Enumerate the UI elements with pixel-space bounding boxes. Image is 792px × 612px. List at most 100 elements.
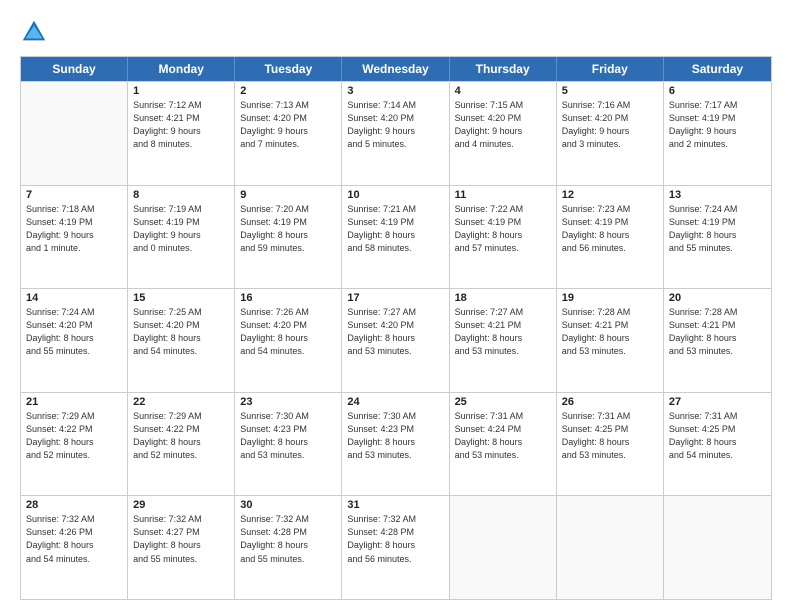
cell-info: Sunrise: 7:12 AM Sunset: 4:21 PM Dayligh… (133, 99, 229, 151)
calendar-cell: 15 Sunrise: 7:25 AM Sunset: 4:20 PM Dayli… (128, 289, 235, 392)
calendar-cell: 11Sunrise: 7:22 AM Sunset: 4:19 PM Dayli… (450, 186, 557, 289)
calendar-row-4: 28Sunrise: 7:32 AM Sunset: 4:26 PM Dayli… (21, 495, 771, 599)
calendar-cell (664, 496, 771, 599)
day-number: 21 (26, 396, 122, 408)
calendar-row-0: 1 Sunrise: 7:12 AM Sunset: 4:21 PM Daylig… (21, 81, 771, 185)
calendar-cell: 20 Sunrise: 7:28 AM Sunset: 4:21 PM Dayli… (664, 289, 771, 392)
calendar-body: 1 Sunrise: 7:12 AM Sunset: 4:21 PM Daylig… (21, 81, 771, 599)
cell-info: Sunrise: 7:30 AM Sunset: 4:23 PM Dayligh… (347, 410, 443, 462)
calendar-cell: 23 Sunrise: 7:30 AM Sunset: 4:23 PM Dayli… (235, 393, 342, 496)
calendar-cell: 21 Sunrise: 7:29 AM Sunset: 4:22 PM Dayli… (21, 393, 128, 496)
cell-info: Sunrise: 7:30 AM Sunset: 4:23 PM Dayligh… (240, 410, 336, 462)
weekday-header-tuesday: Tuesday (235, 57, 342, 81)
calendar-cell: 30 Sunrise: 7:32 AM Sunset: 4:28 PM Dayli… (235, 496, 342, 599)
cell-info: Sunrise: 7:21 AM Sunset: 4:19 PM Dayligh… (347, 203, 443, 255)
cell-info: Sunrise: 7:31 AM Sunset: 4:25 PM Dayligh… (669, 410, 766, 462)
calendar-cell: 18 Sunrise: 7:27 AM Sunset: 4:21 PM Dayli… (450, 289, 557, 392)
cell-info: Sunrise: 7:15 AM Sunset: 4:20 PM Dayligh… (455, 99, 551, 151)
calendar-row-2: 14Sunrise: 7:24 AM Sunset: 4:20 PM Dayli… (21, 288, 771, 392)
calendar-cell: 27 Sunrise: 7:31 AM Sunset: 4:25 PM Dayli… (664, 393, 771, 496)
day-number: 12 (562, 189, 658, 201)
cell-info: Sunrise: 7:29 AM Sunset: 4:22 PM Dayligh… (26, 410, 122, 462)
day-number: 27 (669, 396, 766, 408)
day-number: 31 (347, 499, 443, 511)
calendar-cell: 2 Sunrise: 7:13 AM Sunset: 4:20 PM Daylig… (235, 82, 342, 185)
calendar-cell: 12 Sunrise: 7:23 AM Sunset: 4:19 PM Dayli… (557, 186, 664, 289)
day-number: 18 (455, 292, 551, 304)
day-number: 19 (562, 292, 658, 304)
cell-info: Sunrise: 7:26 AM Sunset: 4:20 PM Dayligh… (240, 306, 336, 358)
day-number: 9 (240, 189, 336, 201)
day-number: 7 (26, 189, 122, 201)
calendar-row-3: 21 Sunrise: 7:29 AM Sunset: 4:22 PM Dayli… (21, 392, 771, 496)
day-number: 30 (240, 499, 336, 511)
calendar-cell: 28Sunrise: 7:32 AM Sunset: 4:26 PM Dayli… (21, 496, 128, 599)
weekday-header-friday: Friday (557, 57, 664, 81)
cell-info: Sunrise: 7:16 AM Sunset: 4:20 PM Dayligh… (562, 99, 658, 151)
logo (20, 18, 52, 46)
day-number: 6 (669, 85, 766, 97)
calendar: SundayMondayTuesdayWednesdayThursdayFrid… (20, 56, 772, 600)
cell-info: Sunrise: 7:24 AM Sunset: 4:19 PM Dayligh… (669, 203, 766, 255)
calendar-cell: 3 Sunrise: 7:14 AM Sunset: 4:20 PM Daylig… (342, 82, 449, 185)
calendar-cell (21, 82, 128, 185)
calendar-cell: 16Sunrise: 7:26 AM Sunset: 4:20 PM Dayli… (235, 289, 342, 392)
cell-info: Sunrise: 7:14 AM Sunset: 4:20 PM Dayligh… (347, 99, 443, 151)
day-number: 23 (240, 396, 336, 408)
day-number: 5 (562, 85, 658, 97)
calendar-cell: 7 Sunrise: 7:18 AM Sunset: 4:19 PM Daylig… (21, 186, 128, 289)
day-number: 17 (347, 292, 443, 304)
cell-info: Sunrise: 7:32 AM Sunset: 4:28 PM Dayligh… (347, 513, 443, 565)
calendar-cell: 17Sunrise: 7:27 AM Sunset: 4:20 PM Dayli… (342, 289, 449, 392)
weekday-header-monday: Monday (128, 57, 235, 81)
calendar-cell: 4 Sunrise: 7:15 AM Sunset: 4:20 PM Daylig… (450, 82, 557, 185)
logo-icon (20, 18, 48, 46)
day-number: 24 (347, 396, 443, 408)
cell-info: Sunrise: 7:28 AM Sunset: 4:21 PM Dayligh… (669, 306, 766, 358)
cell-info: Sunrise: 7:23 AM Sunset: 4:19 PM Dayligh… (562, 203, 658, 255)
cell-info: Sunrise: 7:32 AM Sunset: 4:26 PM Dayligh… (26, 513, 122, 565)
cell-info: Sunrise: 7:31 AM Sunset: 4:25 PM Dayligh… (562, 410, 658, 462)
calendar-cell (557, 496, 664, 599)
calendar-cell: 13 Sunrise: 7:24 AM Sunset: 4:19 PM Dayli… (664, 186, 771, 289)
calendar-cell: 1 Sunrise: 7:12 AM Sunset: 4:21 PM Daylig… (128, 82, 235, 185)
day-number: 2 (240, 85, 336, 97)
weekday-header-thursday: Thursday (450, 57, 557, 81)
cell-info: Sunrise: 7:32 AM Sunset: 4:28 PM Dayligh… (240, 513, 336, 565)
calendar-cell: 9Sunrise: 7:20 AM Sunset: 4:19 PM Daylig… (235, 186, 342, 289)
calendar-cell: 10 Sunrise: 7:21 AM Sunset: 4:19 PM Dayli… (342, 186, 449, 289)
calendar-cell: 19 Sunrise: 7:28 AM Sunset: 4:21 PM Dayli… (557, 289, 664, 392)
day-number: 1 (133, 85, 229, 97)
weekday-header-wednesday: Wednesday (342, 57, 449, 81)
day-number: 29 (133, 499, 229, 511)
calendar-row-1: 7 Sunrise: 7:18 AM Sunset: 4:19 PM Daylig… (21, 185, 771, 289)
day-number: 22 (133, 396, 229, 408)
weekday-header-sunday: Sunday (21, 57, 128, 81)
page: SundayMondayTuesdayWednesdayThursdayFrid… (0, 0, 792, 612)
day-number: 25 (455, 396, 551, 408)
day-number: 10 (347, 189, 443, 201)
day-number: 15 (133, 292, 229, 304)
cell-info: Sunrise: 7:13 AM Sunset: 4:20 PM Dayligh… (240, 99, 336, 151)
calendar-header-row: SundayMondayTuesdayWednesdayThursdayFrid… (21, 57, 771, 81)
header (20, 18, 772, 46)
day-number: 3 (347, 85, 443, 97)
cell-info: Sunrise: 7:19 AM Sunset: 4:19 PM Dayligh… (133, 203, 229, 255)
cell-info: Sunrise: 7:27 AM Sunset: 4:21 PM Dayligh… (455, 306, 551, 358)
cell-info: Sunrise: 7:31 AM Sunset: 4:24 PM Dayligh… (455, 410, 551, 462)
cell-info: Sunrise: 7:28 AM Sunset: 4:21 PM Dayligh… (562, 306, 658, 358)
cell-info: Sunrise: 7:25 AM Sunset: 4:20 PM Dayligh… (133, 306, 229, 358)
calendar-cell: 31 Sunrise: 7:32 AM Sunset: 4:28 PM Dayli… (342, 496, 449, 599)
calendar-cell (450, 496, 557, 599)
cell-info: Sunrise: 7:32 AM Sunset: 4:27 PM Dayligh… (133, 513, 229, 565)
day-number: 11 (455, 189, 551, 201)
cell-info: Sunrise: 7:18 AM Sunset: 4:19 PM Dayligh… (26, 203, 122, 255)
day-number: 20 (669, 292, 766, 304)
day-number: 8 (133, 189, 229, 201)
calendar-cell: 8 Sunrise: 7:19 AM Sunset: 4:19 PM Daylig… (128, 186, 235, 289)
day-number: 4 (455, 85, 551, 97)
calendar-cell: 26Sunrise: 7:31 AM Sunset: 4:25 PM Dayli… (557, 393, 664, 496)
cell-info: Sunrise: 7:29 AM Sunset: 4:22 PM Dayligh… (133, 410, 229, 462)
day-number: 13 (669, 189, 766, 201)
calendar-cell: 6Sunrise: 7:17 AM Sunset: 4:19 PM Daylig… (664, 82, 771, 185)
